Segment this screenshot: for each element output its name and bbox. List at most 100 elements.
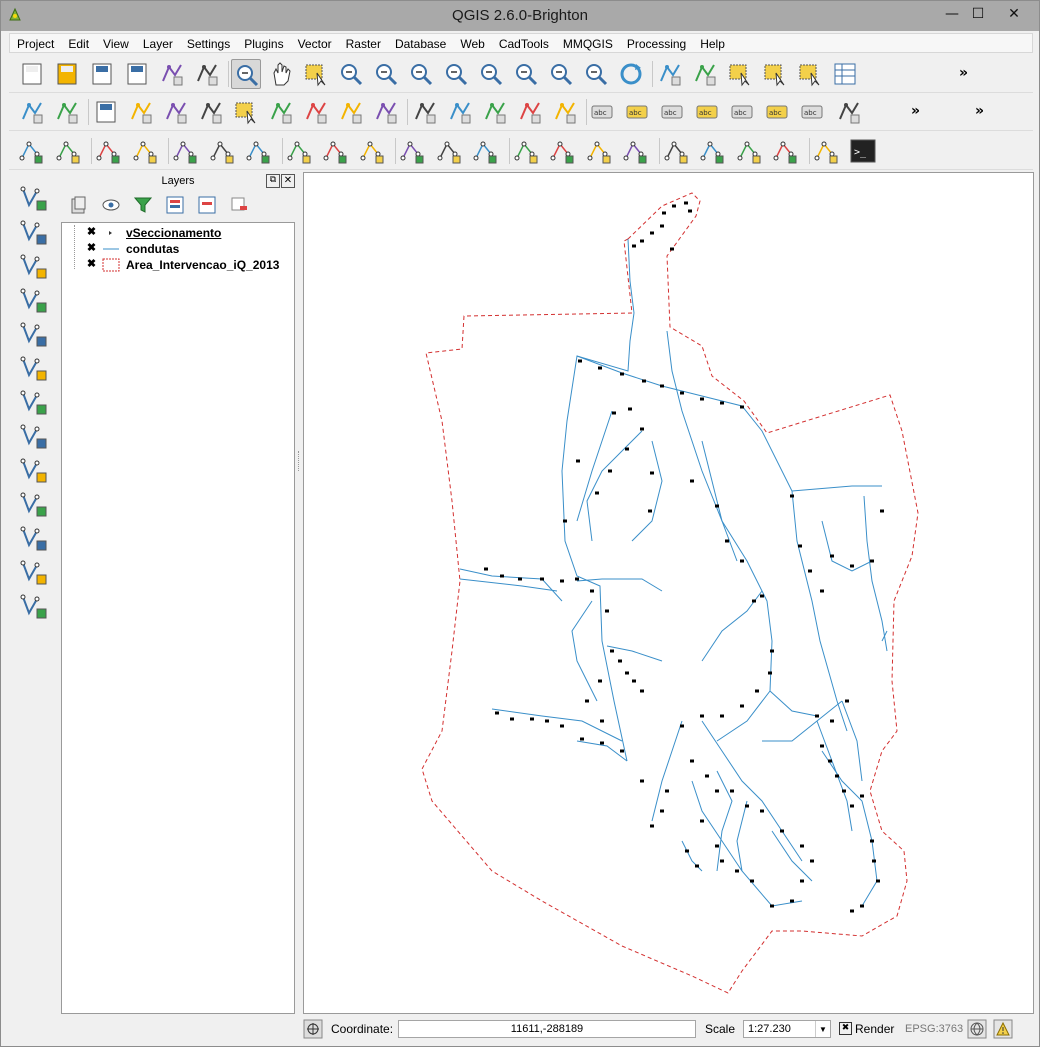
scale-dropdown-icon[interactable]: ▼ bbox=[815, 1021, 830, 1037]
menu-cadtools[interactable]: CadTools bbox=[492, 34, 556, 52]
maximize-button[interactable]: ☐ bbox=[965, 4, 991, 24]
cad-9[interactable] bbox=[321, 136, 351, 166]
panel-splitter-handle[interactable] bbox=[298, 451, 301, 471]
close-panel-button[interactable]: ✕ bbox=[281, 174, 295, 188]
save-project-icon[interactable] bbox=[87, 59, 117, 89]
pan-to-selection-icon[interactable] bbox=[301, 59, 331, 89]
zoom-next-icon[interactable] bbox=[581, 59, 611, 89]
attribute-table-icon[interactable] bbox=[830, 59, 860, 89]
new-project-icon[interactable] bbox=[17, 59, 47, 89]
cad-15[interactable] bbox=[548, 136, 578, 166]
crs-status[interactable]: EPSG:3763 bbox=[905, 1023, 963, 1035]
label-rotate-icon[interactable]: abc bbox=[729, 97, 759, 127]
crs-globe-icon[interactable] bbox=[967, 1019, 987, 1039]
pan-icon[interactable] bbox=[266, 59, 296, 89]
menu-vector[interactable]: Vector bbox=[291, 34, 339, 52]
toolbar-overflow-chevron-icon[interactable]: » bbox=[959, 65, 973, 81]
minimize-button[interactable]: — bbox=[939, 4, 965, 24]
edit-pencil-icon[interactable] bbox=[52, 97, 82, 127]
menu-mmqgis[interactable]: MMQGIS bbox=[556, 34, 620, 52]
cad-4[interactable] bbox=[131, 136, 161, 166]
add-wfs-layer-icon[interactable] bbox=[17, 455, 49, 485]
refresh-icon[interactable] bbox=[616, 59, 646, 89]
menu-database[interactable]: Database bbox=[388, 34, 453, 52]
save-as-icon[interactable] bbox=[122, 59, 152, 89]
cad-21[interactable] bbox=[771, 136, 801, 166]
copy-icon[interactable] bbox=[301, 97, 331, 127]
cad-3[interactable] bbox=[94, 136, 124, 166]
layer-item-condutas[interactable]: ✖ condutas bbox=[62, 241, 294, 257]
cad-16[interactable] bbox=[585, 136, 615, 166]
add-raster-layer-icon[interactable] bbox=[17, 217, 49, 247]
python-console-icon[interactable]: >_ bbox=[848, 136, 878, 166]
move-feature-icon[interactable] bbox=[371, 97, 401, 127]
gps-icon[interactable] bbox=[834, 97, 864, 127]
menu-project[interactable]: Project bbox=[10, 34, 61, 52]
collapse-all-icon[interactable] bbox=[195, 193, 219, 217]
add-virtual-layer-icon[interactable] bbox=[17, 523, 49, 553]
cad-6[interactable] bbox=[208, 136, 238, 166]
cad-8[interactable] bbox=[285, 136, 315, 166]
add-wms-layer-icon[interactable] bbox=[17, 387, 49, 417]
composer-manager-icon[interactable] bbox=[192, 59, 222, 89]
cad-7[interactable] bbox=[244, 136, 274, 166]
zoom-to-selection-icon[interactable] bbox=[476, 59, 506, 89]
menu-layer[interactable]: Layer bbox=[136, 34, 180, 52]
cad-1[interactable] bbox=[17, 136, 47, 166]
menu-view[interactable]: View bbox=[96, 34, 136, 52]
zoom-actual-icon[interactable] bbox=[406, 59, 436, 89]
cad-13[interactable] bbox=[471, 136, 501, 166]
touch-zoom-icon[interactable] bbox=[231, 59, 261, 89]
add-spatialite-layer-icon[interactable] bbox=[17, 285, 49, 315]
save-edits-icon[interactable] bbox=[91, 97, 121, 127]
zoom-last-icon[interactable] bbox=[546, 59, 576, 89]
cad-10[interactable] bbox=[358, 136, 388, 166]
cad-14[interactable] bbox=[512, 136, 542, 166]
add-vector-layer-icon[interactable] bbox=[17, 183, 49, 213]
cad-17[interactable] bbox=[621, 136, 651, 166]
menu-web[interactable]: Web bbox=[453, 34, 491, 52]
cad-12[interactable] bbox=[435, 136, 465, 166]
layer-item-area_intervencao_iq_2013[interactable]: ✖ Area_Intervencao_iQ_2013 bbox=[62, 257, 294, 273]
expression-select-icon[interactable] bbox=[795, 59, 825, 89]
cad-22[interactable] bbox=[812, 136, 842, 166]
scale-field[interactable]: 1:27.230 ▼ bbox=[743, 1020, 831, 1038]
label-show-icon[interactable]: abc bbox=[659, 97, 689, 127]
remove-layer-icon[interactable] bbox=[227, 193, 251, 217]
messages-warning-icon[interactable] bbox=[993, 1019, 1013, 1039]
layer-item-vseccionamento[interactable]: ✖ vSeccionamento bbox=[62, 225, 294, 241]
paste-icon[interactable] bbox=[336, 97, 366, 127]
run-action-icon[interactable] bbox=[690, 59, 720, 89]
map-canvas[interactable] bbox=[303, 172, 1034, 1014]
deselect-icon[interactable] bbox=[760, 59, 790, 89]
add-delimited-text-icon[interactable] bbox=[17, 489, 49, 519]
add-polygon-icon[interactable] bbox=[161, 97, 191, 127]
cad-19[interactable] bbox=[698, 136, 728, 166]
new-shapefile-icon[interactable] bbox=[17, 557, 49, 587]
label-properties-icon[interactable]: abc bbox=[799, 97, 829, 127]
add-mssql-layer-icon[interactable] bbox=[17, 319, 49, 349]
add-postgis-layer-icon[interactable] bbox=[17, 251, 49, 281]
new-print-composer-icon[interactable] bbox=[157, 59, 187, 89]
layer-visibility-checkbox[interactable]: ✖ bbox=[86, 243, 97, 254]
select-icon[interactable] bbox=[725, 59, 755, 89]
expand-all-icon[interactable] bbox=[163, 193, 187, 217]
menu-edit[interactable]: Edit bbox=[61, 34, 96, 52]
add-group-icon[interactable] bbox=[67, 193, 91, 217]
visibility-eye-icon[interactable] bbox=[99, 193, 123, 217]
menu-plugins[interactable]: Plugins bbox=[237, 34, 290, 52]
zoom-out-icon[interactable] bbox=[371, 59, 401, 89]
snap-icon[interactable] bbox=[550, 97, 580, 127]
layer-visibility-checkbox[interactable]: ✖ bbox=[86, 227, 97, 238]
add-oracle-layer-icon[interactable] bbox=[17, 353, 49, 383]
menu-settings[interactable]: Settings bbox=[180, 34, 237, 52]
cad-2[interactable] bbox=[54, 136, 84, 166]
zoom-in-icon[interactable] bbox=[336, 59, 366, 89]
delete-selected-icon[interactable] bbox=[231, 97, 261, 127]
menu-processing[interactable]: Processing bbox=[620, 34, 693, 52]
open-project-icon[interactable] bbox=[52, 59, 82, 89]
coordinate-capture-icon[interactable] bbox=[445, 97, 475, 127]
node-tool-icon[interactable] bbox=[196, 97, 226, 127]
toolbar-overflow-chevron-icon[interactable]: » bbox=[975, 103, 989, 119]
add-wcs-layer-icon[interactable] bbox=[17, 421, 49, 451]
